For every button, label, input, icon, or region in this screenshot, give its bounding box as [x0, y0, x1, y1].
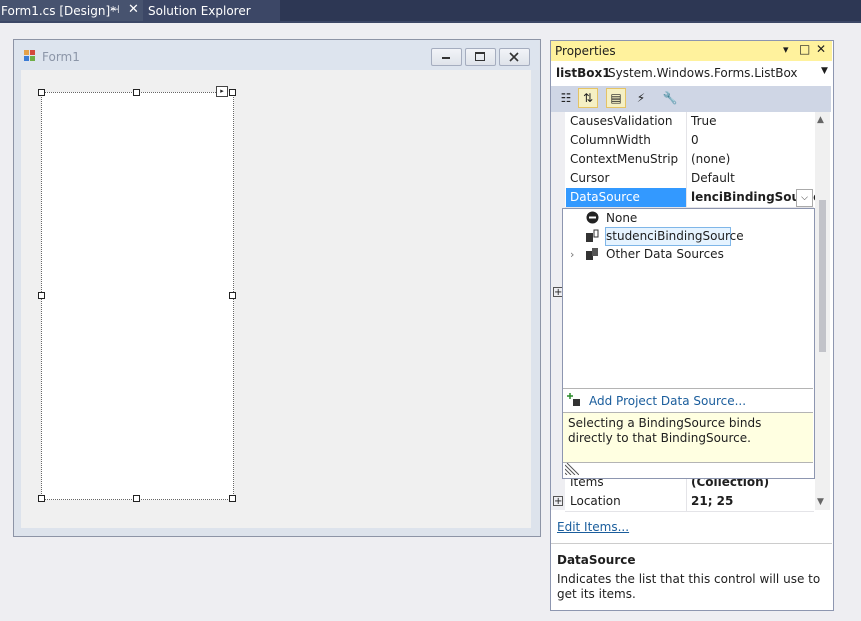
dropdown-separator	[563, 388, 813, 389]
close-icon	[509, 52, 519, 62]
tab-form1-design[interactable]: Form1.cs [Design]* ⊣ ✕	[0, 0, 143, 21]
scrollbar-thumb[interactable]	[819, 200, 826, 352]
pin-icon[interactable]: ⊣	[110, 3, 120, 16]
minimize-button[interactable]	[431, 48, 462, 66]
resize-handle-e[interactable]	[229, 292, 236, 299]
description-divider	[551, 543, 832, 544]
scroll-down-icon[interactable]: ▼	[817, 497, 824, 507]
resize-handle-se[interactable]	[229, 495, 236, 502]
alphabetical-icon[interactable]: ⇅	[578, 88, 598, 108]
property-name: DataSource	[566, 188, 686, 207]
resize-handle-n[interactable]	[133, 89, 140, 96]
property-row-columnwidth[interactable]: ColumnWidth 0	[565, 131, 814, 151]
property-value[interactable]: True	[691, 114, 717, 128]
tab-form1-label: Form1.cs [Design]*	[1, 4, 117, 18]
dropdown-help-panel: Selecting a BindingSource binds directly…	[563, 412, 813, 463]
minimize-icon	[442, 57, 450, 59]
resize-handle-nw[interactable]	[38, 89, 45, 96]
close-pane-icon[interactable]: ✕	[816, 42, 826, 56]
tab-solution-explorer-label: Solution Explorer	[148, 4, 251, 18]
resize-handle-s[interactable]	[133, 495, 140, 502]
property-row-causesvalidation[interactable]: CausesValidation True	[565, 112, 814, 132]
resize-handle-ne[interactable]	[229, 89, 236, 96]
property-value[interactable]: Default	[691, 171, 735, 185]
scroll-up-icon[interactable]: ▲	[817, 115, 824, 125]
object-type: System.Windows.Forms.ListBox	[608, 66, 798, 80]
add-data-source-icon	[567, 393, 580, 406]
property-value[interactable]: (none)	[691, 152, 730, 166]
expand-chevron-icon[interactable]: ›	[570, 248, 574, 261]
tab-solution-explorer[interactable]: Solution Explorer	[143, 0, 280, 21]
object-selector[interactable]: listBox1 System.Windows.Forms.ListBox ▼	[551, 62, 832, 84]
events-lightning-icon[interactable]: ⚡	[631, 88, 651, 108]
close-tab-icon[interactable]: ✕	[128, 2, 139, 17]
maximize-icon	[475, 52, 485, 61]
properties-title: Properties	[555, 44, 616, 58]
dropdown-item-none[interactable]: None	[606, 211, 637, 225]
property-row-contextmenustrip[interactable]: ContextMenuStrip (none)	[565, 150, 814, 170]
property-row-cursor[interactable]: Cursor Default	[565, 169, 814, 189]
property-pages-wrench-icon[interactable]: 🔧	[660, 88, 680, 108]
object-name: listBox1	[556, 66, 611, 80]
maximize-button[interactable]	[465, 48, 496, 66]
edit-items-link[interactable]: Edit Items...	[557, 520, 629, 534]
description-title: DataSource	[557, 553, 636, 567]
properties-title-bar[interactable]: Properties ▾ □ ✕	[551, 41, 832, 61]
properties-view-icon[interactable]: ▤	[606, 88, 626, 108]
categorized-icon[interactable]: ☷	[556, 88, 576, 108]
property-name: ContextMenuStrip	[570, 152, 679, 166]
resize-handle-sw[interactable]	[38, 495, 45, 502]
property-name: ColumnWidth	[570, 133, 651, 147]
close-form-button[interactable]	[499, 48, 530, 66]
dropdown-help-text: Selecting a BindingSource binds directly…	[568, 416, 762, 445]
window-position-icon[interactable]: ▾	[783, 43, 789, 56]
data-sources-icon	[586, 248, 598, 260]
property-row-datasource[interactable]: DataSource lenciBindingSource ⌵	[565, 188, 821, 208]
chevron-down-icon[interactable]: ▼	[821, 66, 828, 76]
property-row-location[interactable]: Location 21; 25	[565, 492, 814, 512]
binding-source-icon	[586, 229, 599, 242]
none-icon	[586, 211, 599, 224]
resize-grip-icon[interactable]	[565, 463, 579, 475]
description-text: Indicates the list that this control wil…	[557, 572, 821, 601]
listbox1-control[interactable]	[41, 92, 234, 500]
resize-handle-w[interactable]	[38, 292, 45, 299]
property-value[interactable]: 21; 25	[691, 494, 733, 508]
expand-location-icon[interactable]: +	[553, 496, 563, 507]
smart-tag-arrow-icon[interactable]: ▸	[216, 86, 228, 97]
form-app-icon	[24, 50, 35, 61]
property-name: Location	[570, 494, 621, 508]
dropdown-arrow-icon[interactable]: ⌵	[796, 189, 813, 207]
property-name: Cursor	[570, 171, 610, 185]
maximize-pane-icon[interactable]: □	[799, 42, 810, 56]
form-title: Form1	[42, 50, 80, 64]
dropdown-item-binding-source[interactable]: studenciBindingSource	[606, 229, 744, 243]
property-name: CausesValidation	[570, 114, 673, 128]
property-value[interactable]: 0	[691, 133, 699, 147]
dropdown-item-other-sources[interactable]: Other Data Sources	[606, 247, 724, 261]
add-project-data-source-link[interactable]: Add Project Data Source...	[589, 394, 746, 408]
